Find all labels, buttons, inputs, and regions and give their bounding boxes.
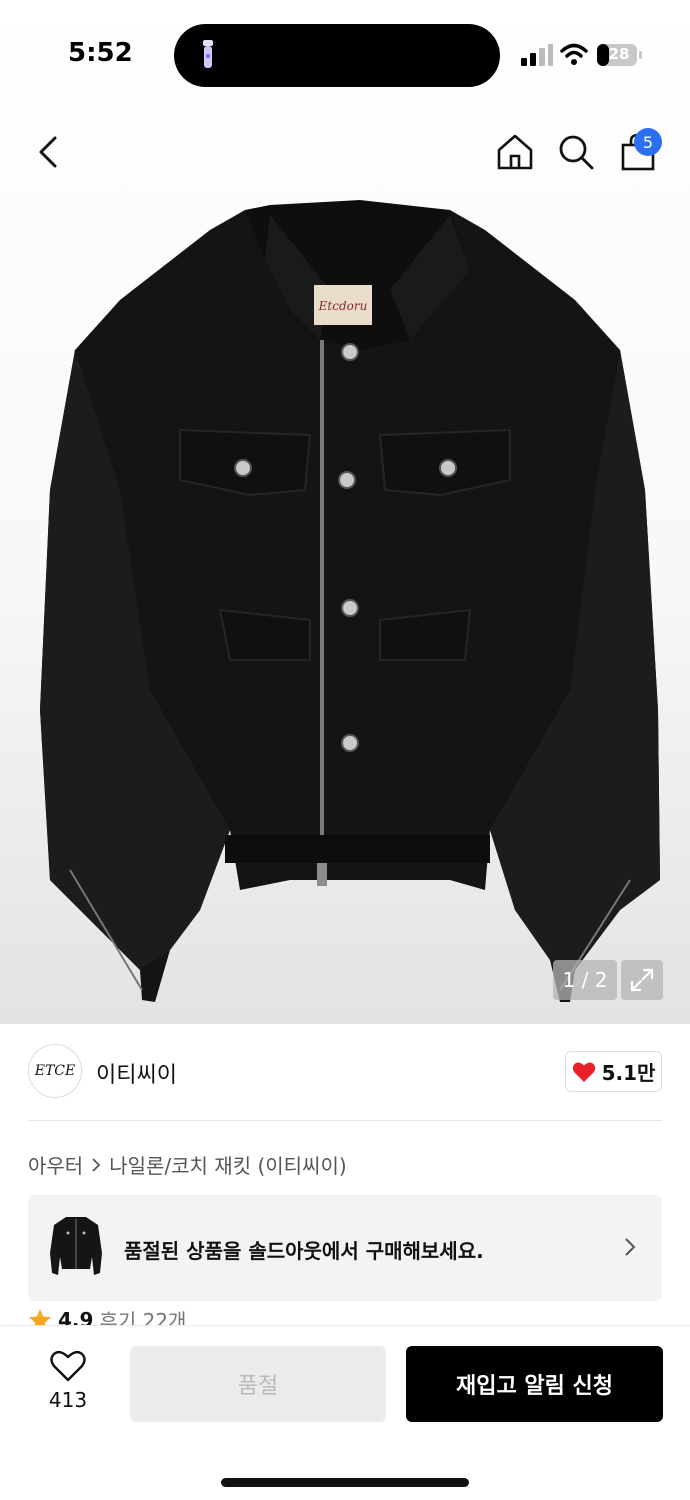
soldout-marketplace-banner[interactable]: 품절된 상품을 솔드아웃에서 구매해보세요. — [28, 1195, 662, 1301]
breadcrumb-category[interactable]: 아우터 — [28, 1150, 83, 1179]
wishlist-button[interactable]: 413 — [40, 1350, 96, 1412]
product-image-gallery[interactable]: Etcdoru 5:52 28 5 1 / 2 — [0, 0, 690, 1024]
home-icon — [497, 134, 533, 170]
banner-product-thumbnail — [50, 1217, 102, 1275]
status-bar: 5:52 28 — [0, 0, 690, 110]
bottom-action-bar: 413 품절 재입고 알림 신청 — [0, 1325, 690, 1500]
search-icon — [559, 135, 594, 170]
breadcrumb: 아우터 나일론/코치 재킷 (이티씨이) — [28, 1150, 347, 1179]
home-indicator[interactable] — [221, 1478, 469, 1487]
restock-alert-button[interactable]: 재입고 알림 신청 — [406, 1346, 663, 1422]
chevron-left-icon — [39, 136, 57, 168]
breadcrumb-subcategory[interactable]: 나일론/코치 재킷 (이티씨이) — [109, 1150, 346, 1179]
battery-level: 28 — [608, 45, 630, 63]
heart-filled-icon — [572, 1062, 595, 1082]
cellular-signal-icon — [521, 44, 553, 66]
top-navigation — [0, 120, 690, 184]
divider — [28, 1120, 662, 1121]
dynamic-island — [174, 24, 500, 87]
soldout-button[interactable]: 품절 — [130, 1346, 386, 1422]
wishlist-count: 413 — [48, 1388, 88, 1412]
expand-image-button[interactable] — [621, 960, 663, 1000]
image-counter: 1 / 2 — [553, 960, 617, 1000]
expand-icon — [630, 968, 654, 992]
home-button[interactable] — [493, 130, 537, 174]
status-time: 5:52 — [68, 38, 133, 68]
brand-like-button[interactable]: 5.1만 — [565, 1051, 662, 1092]
chevron-right-icon — [625, 1238, 636, 1256]
brand-logo[interactable]: ETCE — [28, 1044, 82, 1098]
brand-name[interactable]: 이티씨이 — [96, 1057, 177, 1089]
product-image[interactable]: Etcdoru — [30, 190, 670, 1024]
back-button[interactable] — [26, 130, 70, 174]
banner-text: 품절된 상품을 솔드아웃에서 구매해보세요. — [124, 1239, 484, 1263]
chevron-right-icon — [92, 1157, 101, 1172]
cart-count-badge: 5 — [634, 128, 662, 156]
search-button[interactable] — [554, 130, 598, 174]
heart-outline-icon — [50, 1350, 86, 1382]
wifi-icon — [560, 43, 588, 65]
brand-like-count: 5.1만 — [601, 1061, 656, 1085]
svg-text:Etcdoru: Etcdoru — [318, 299, 368, 313]
flashlight-icon — [203, 40, 213, 68]
